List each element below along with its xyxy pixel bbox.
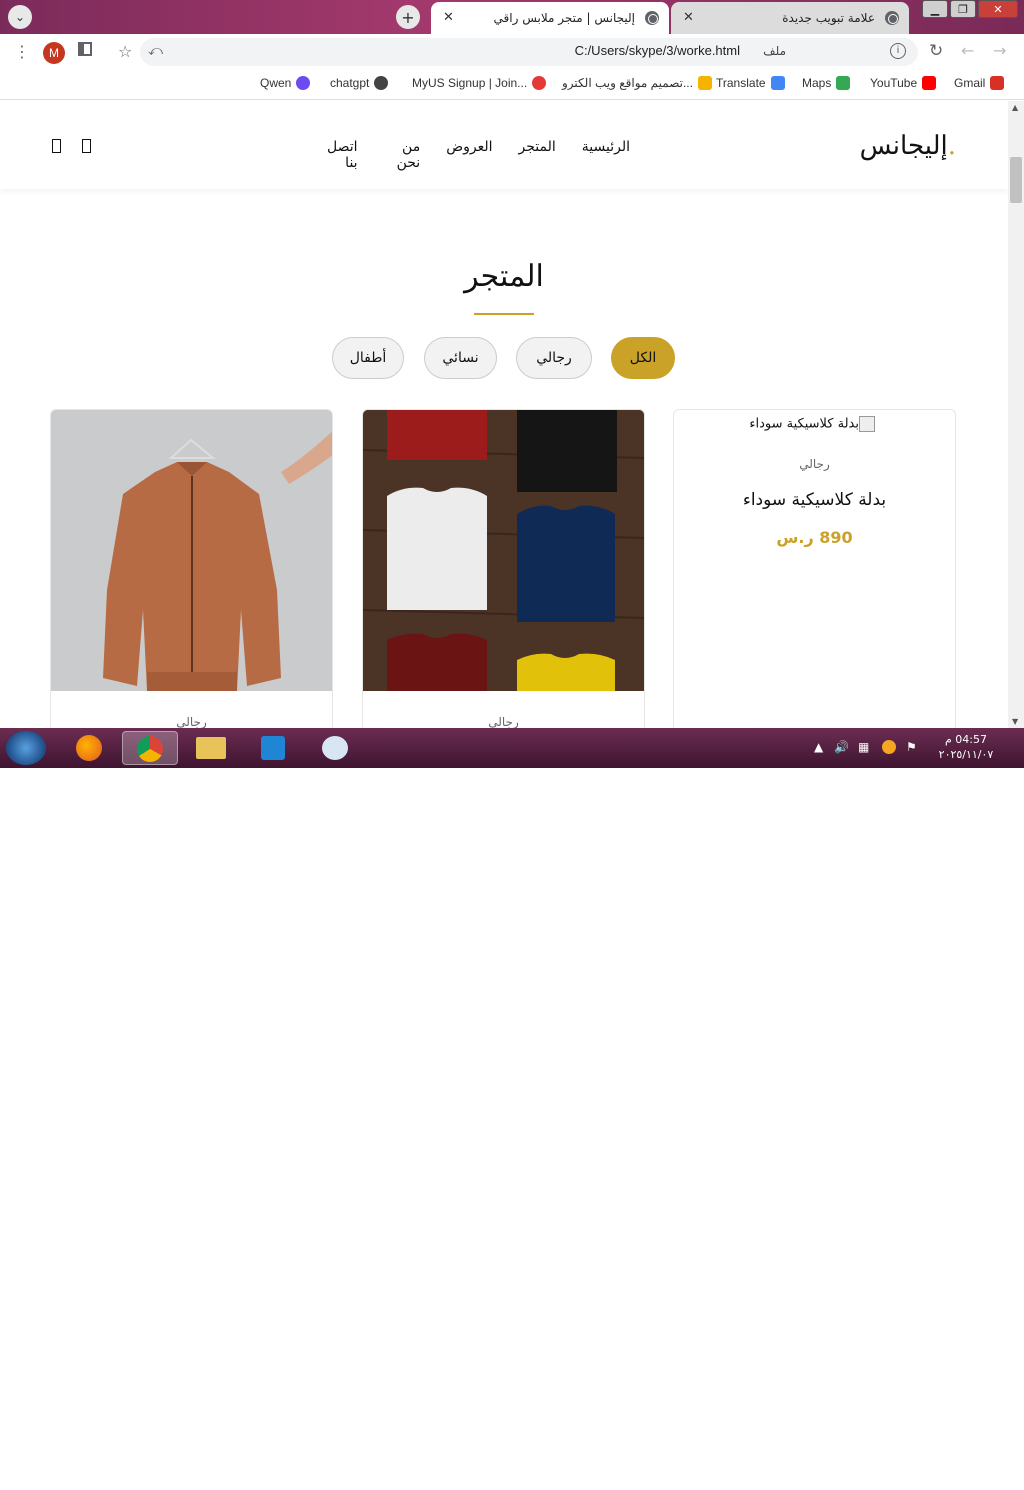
scroll-down-icon[interactable]: ▼: [1012, 717, 1018, 726]
myus-icon: [532, 76, 547, 90]
filter-women[interactable]: نسائي: [424, 337, 497, 379]
browser-toolbar: ⋮ M ☆ ⤺ C:/Users/skype/3/worke.html ملف …: [0, 34, 1024, 70]
scroll-up-icon[interactable]: ▲: [1012, 103, 1018, 112]
bookmark-maps[interactable]: Maps: [802, 76, 851, 90]
site-logo[interactable]: إليجانس.: [860, 131, 956, 161]
gmail-icon: [990, 76, 1005, 90]
close-tab-icon[interactable]: ✕: [443, 10, 454, 25]
filter-men[interactable]: رجالي: [516, 337, 592, 379]
cart-icon[interactable]: [82, 139, 91, 153]
window-controls: ▁ ❐ ✕: [922, 0, 1018, 18]
bookmark-chatgpt[interactable]: chatgpt: [330, 76, 389, 90]
bookmark-myus[interactable]: MyUS Signup | Join...: [412, 76, 547, 90]
nav-about[interactable]: من نحن: [384, 139, 421, 171]
product-card[interactable]: رجالي: [362, 409, 645, 728]
file-label: ملف: [763, 44, 786, 58]
page-scrollbar[interactable]: ▲ ▼: [1008, 101, 1024, 728]
reload-icon[interactable]: ↻: [929, 41, 943, 61]
watermark: خمسات: [448, 1460, 535, 1490]
product-price: 890 ر.س: [776, 528, 853, 547]
tab-title: إليجانس | متجر ملابس راقي: [493, 11, 635, 25]
paint-icon[interactable]: [308, 731, 364, 765]
maps-icon: [836, 76, 851, 90]
nav-offers[interactable]: العروض: [446, 139, 492, 171]
chrome-icon: [885, 11, 899, 25]
bookmark-youtube[interactable]: YouTube: [870, 76, 937, 90]
product-card[interactable]: رجالي: [50, 409, 333, 728]
product-category: رجالي: [488, 715, 519, 728]
product-image-broken: بدلة كلاسيكية سوداء: [749, 416, 875, 432]
minimize-button[interactable]: ▁: [922, 0, 948, 18]
main-nav: الرئيسية المتجر العروض من نحن اتصل بنا: [320, 139, 630, 171]
site-header: إليجانس. الرئيسية المتجر العروض من نحن ا…: [0, 101, 1008, 189]
app-tray-icon[interactable]: [882, 740, 896, 754]
chatgpt-icon: [374, 76, 389, 90]
tab-new-tab[interactable]: علامة تبويب جديدة ✕: [671, 2, 909, 34]
product-image: [363, 410, 644, 691]
close-tab-icon[interactable]: ✕: [683, 10, 694, 25]
menu-dots-icon[interactable]: ⋮: [14, 42, 30, 61]
forward-icon[interactable]: →: [993, 41, 1006, 60]
product-name: بدلة كلاسيكية سوداء: [742, 490, 887, 510]
volume-icon[interactable]: 🔊: [834, 740, 849, 754]
info-icon[interactable]: i: [890, 43, 906, 59]
plus-icon: +: [401, 7, 415, 27]
section-title: المتجر: [464, 259, 544, 294]
restore-button[interactable]: ❐: [950, 0, 976, 18]
nav-shop[interactable]: المتجر: [519, 139, 556, 171]
network-icon[interactable]: ▦: [858, 740, 869, 754]
start-button[interactable]: [6, 731, 46, 765]
youtube-icon: [922, 76, 937, 90]
khamsat-icon: [697, 76, 712, 90]
profile-avatar[interactable]: M: [43, 42, 65, 64]
scroll-thumb[interactable]: [1010, 157, 1022, 203]
title-underline: [474, 313, 534, 315]
share-icon[interactable]: ⤺: [148, 43, 163, 59]
flag-icon[interactable]: ⚑: [906, 740, 917, 754]
tab-strip: ⌄ + إليجانس | متجر ملابس راقي ✕ علامة تب…: [0, 0, 1024, 34]
url-text: C:/Users/skype/3/worke.html: [574, 43, 740, 58]
bookmark-qwen[interactable]: Qwen: [260, 76, 311, 90]
bookmark-star-icon[interactable]: ☆: [118, 42, 132, 61]
firefox-icon[interactable]: [62, 731, 118, 765]
tab-title: علامة تبويب جديدة: [782, 11, 875, 25]
tray-overflow-icon[interactable]: ▲: [814, 740, 823, 754]
new-tab-button[interactable]: +: [396, 5, 420, 29]
chrome-taskbar-icon[interactable]: [122, 731, 178, 765]
bookmark-web-design[interactable]: تصميم مواقع ويب الكترو...: [562, 76, 712, 90]
web-page: إليجانس. الرئيسية المتجر العروض من نحن ا…: [0, 101, 1008, 728]
product-image: [51, 410, 332, 691]
bookmark-gmail[interactable]: Gmail: [954, 76, 1005, 90]
side-panel-icon[interactable]: [78, 42, 92, 56]
product-category: رجالي: [176, 715, 207, 728]
bookmark-translate[interactable]: Translate: [716, 76, 785, 90]
address-bar[interactable]: ☆ ⤺ C:/Users/skype/3/worke.html ملف i: [118, 38, 918, 66]
clock[interactable]: 04:57 م ٢٠٢٥/١١/٠٧: [936, 732, 996, 762]
bookmarks-bar: Gmail YouTube Maps Translate تصميم مواقع…: [0, 70, 1024, 100]
nav-contact[interactable]: اتصل بنا: [320, 139, 358, 171]
user-icon[interactable]: [52, 139, 61, 153]
nav-home[interactable]: الرئيسية: [582, 139, 630, 171]
back-icon[interactable]: ←: [961, 41, 974, 60]
broken-image-icon: [859, 416, 875, 432]
product-card[interactable]: بدلة كلاسيكية سوداء رجالي بدلة كلاسيكية …: [673, 409, 956, 728]
tab-search-button[interactable]: ⌄: [8, 5, 32, 29]
vscode-icon[interactable]: [246, 731, 302, 765]
tab-elegance[interactable]: إليجانس | متجر ملابس راقي ✕: [431, 2, 669, 34]
translate-icon: [770, 76, 785, 90]
globe-icon: [645, 11, 659, 25]
product-category: رجالي: [799, 457, 830, 471]
file-explorer-icon[interactable]: [184, 731, 240, 765]
windows-taskbar: خمسات ▲ 🔊 ▦ ⚑ 04:57 م ٢٠٢٥/١١/٠٧: [0, 728, 1024, 1490]
qwen-icon: [296, 76, 311, 90]
close-window-button[interactable]: ✕: [978, 0, 1018, 18]
filter-kids[interactable]: أطفال: [332, 337, 404, 379]
filter-all[interactable]: الكل: [611, 337, 675, 379]
